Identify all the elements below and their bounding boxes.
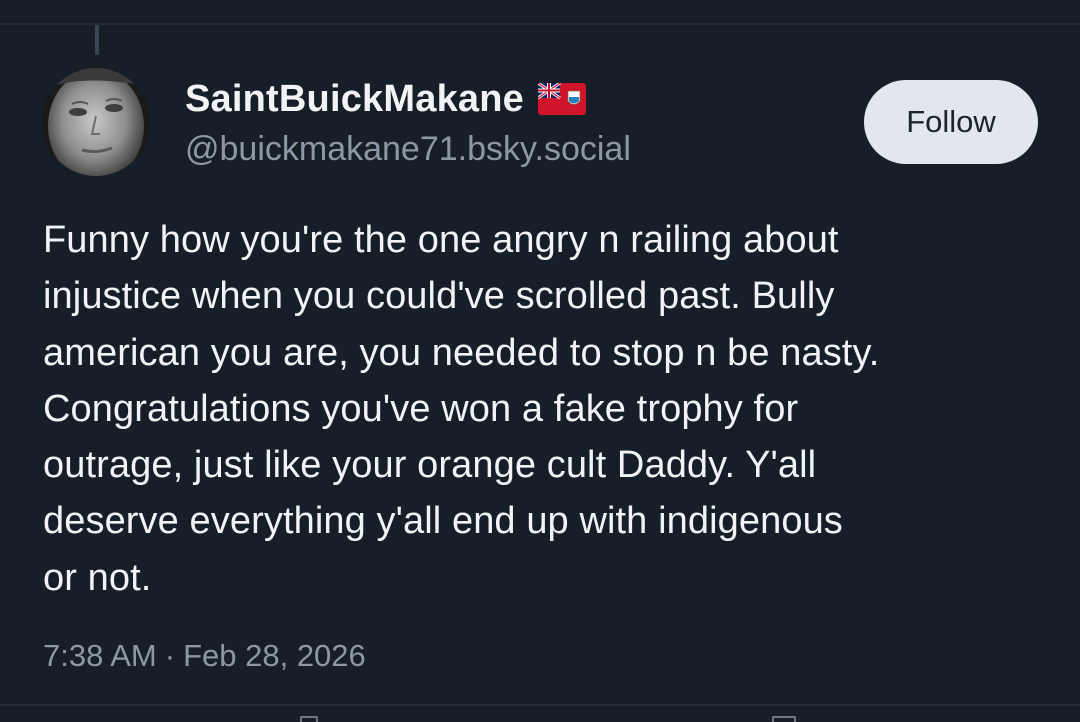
post-text: Funny how you're the one angry n railing… bbox=[43, 212, 1053, 606]
avatar[interactable] bbox=[42, 68, 150, 176]
reply-icon[interactable] bbox=[300, 716, 318, 722]
timestamp-separator: · bbox=[164, 638, 176, 673]
bookmark-icon[interactable] bbox=[772, 716, 796, 722]
post-time: 7:38 AM bbox=[43, 638, 157, 673]
post-timestamp[interactable]: 7:38 AM · Feb 28, 2026 bbox=[43, 638, 366, 674]
post-text-line: Funny how you're the one angry n railing… bbox=[43, 219, 839, 261]
post-text-line: or not. bbox=[43, 556, 152, 599]
bottom-divider bbox=[0, 704, 1080, 706]
bermuda-flag-icon bbox=[537, 83, 586, 115]
author-display-name[interactable]: SaintBuickMakane bbox=[185, 78, 524, 121]
author-name-row: SaintBuickMakane bbox=[185, 76, 586, 122]
profile-photo-icon bbox=[42, 68, 150, 176]
top-divider bbox=[0, 23, 1080, 25]
post-text-line: injustice when you could've scrolled pas… bbox=[43, 275, 835, 318]
post-date: Feb 28, 2026 bbox=[183, 638, 366, 673]
post-text-line: american you are, you needed to stop n b… bbox=[43, 331, 880, 374]
post-text-line: deserve everything y'all end up with ind… bbox=[43, 500, 843, 543]
thread-connector-line bbox=[95, 25, 99, 55]
author-handle[interactable]: @buickmakane71.bsky.social bbox=[185, 130, 631, 169]
follow-button[interactable]: Follow bbox=[864, 80, 1038, 164]
post-text-line: outrage, just like your orange cult Dadd… bbox=[43, 444, 817, 487]
post-text-line: Congratulations you've won a fake trophy… bbox=[43, 387, 799, 430]
